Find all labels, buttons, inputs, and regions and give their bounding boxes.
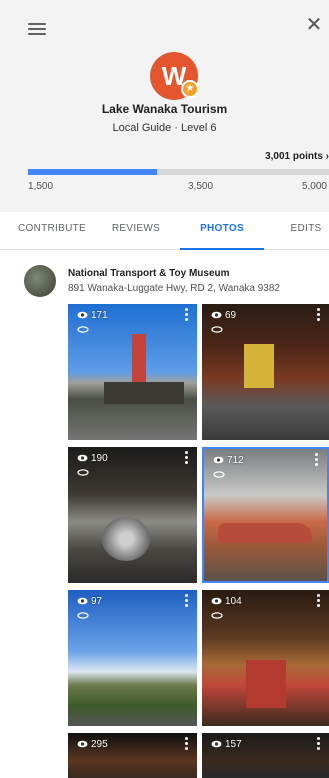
panorama-360-icon xyxy=(77,469,89,476)
photo-scene xyxy=(132,334,146,384)
progress-tick-label: 5,000 xyxy=(301,181,327,192)
more-options-icon[interactable] xyxy=(185,308,189,322)
points-progress-bar xyxy=(28,169,329,175)
panorama-360-icon xyxy=(77,326,89,333)
view-count-value: 97 xyxy=(91,596,103,607)
menu-icon[interactable] xyxy=(28,20,46,36)
view-count-value: 295 xyxy=(91,739,108,750)
avatar[interactable]: W ★ xyxy=(150,52,199,100)
tab-reviews[interactable]: REVIEWS xyxy=(103,212,169,250)
view-count-value: 712 xyxy=(227,455,244,466)
view-count-value: 104 xyxy=(225,596,242,607)
photo-tile[interactable]: 104 xyxy=(202,590,329,726)
eye-icon xyxy=(211,598,222,605)
eye-icon xyxy=(211,312,222,319)
eye-icon xyxy=(211,741,222,748)
photo-scene xyxy=(218,523,312,543)
eye-icon xyxy=(77,741,88,748)
eye-icon xyxy=(77,598,88,605)
more-options-icon[interactable] xyxy=(317,308,321,322)
photo-tile[interactable]: 69 xyxy=(202,304,329,440)
profile-name: Lake Wanaka Tourism xyxy=(101,102,228,116)
photo-tile[interactable]: 171 xyxy=(68,304,197,440)
view-count: 171 xyxy=(77,310,108,321)
more-options-icon[interactable] xyxy=(315,453,319,467)
eye-icon xyxy=(77,455,88,462)
tab-contribute[interactable]: CONTRIBUTE xyxy=(16,212,88,250)
panorama-360-icon xyxy=(213,471,225,478)
panorama-360-icon xyxy=(211,326,223,333)
photo-tile[interactable]: 295 xyxy=(68,733,197,778)
view-count: 295 xyxy=(77,739,108,750)
photo-scene xyxy=(246,660,286,708)
view-count-value: 157 xyxy=(225,739,242,750)
profile-header: ✕ W ★ Lake Wanaka Tourism Local Guide · … xyxy=(0,0,329,212)
view-count: 190 xyxy=(77,453,108,464)
photo-tile[interactable]: 157 xyxy=(202,733,329,778)
panorama-360-icon xyxy=(77,612,89,619)
place-address: 891 Wanaka-Luggate Hwy, RD 2, Wanaka 938… xyxy=(68,283,280,294)
progress-tick-label: 1,500 xyxy=(28,181,54,192)
points-progress-fill xyxy=(28,169,158,175)
more-options-icon[interactable] xyxy=(317,594,321,608)
photo-scene xyxy=(104,382,184,404)
close-icon[interactable]: ✕ xyxy=(303,14,325,36)
photo-tile[interactable]: 97 xyxy=(68,590,197,726)
photo-scene xyxy=(102,517,150,561)
place-thumbnail[interactable] xyxy=(24,265,56,297)
tab-edits[interactable]: EDITS xyxy=(283,212,329,250)
place-name[interactable]: National Transport & Toy Museum xyxy=(68,268,230,279)
more-options-icon[interactable] xyxy=(317,737,321,751)
view-count: 97 xyxy=(77,596,102,607)
contribution-tabs: CONTRIBUTE REVIEWS PHOTOS EDITS xyxy=(0,212,329,250)
view-count: 104 xyxy=(211,596,242,607)
photo-tile-selected[interactable]: 712 xyxy=(202,447,329,583)
eye-icon xyxy=(213,457,224,464)
photo-tile[interactable]: 190 xyxy=(68,447,197,583)
more-options-icon[interactable] xyxy=(185,451,189,465)
more-options-icon[interactable] xyxy=(185,737,189,751)
local-guide-level: Local Guide · Level 6 xyxy=(112,122,217,134)
eye-icon xyxy=(77,312,88,319)
progress-tick-label: 3,500 xyxy=(188,181,214,192)
panorama-360-icon xyxy=(211,612,223,619)
points-link[interactable]: 3,001 points › xyxy=(265,151,329,162)
tab-photos[interactable]: PHOTOS xyxy=(180,212,264,250)
view-count: 712 xyxy=(213,455,244,466)
local-guide-star-icon: ★ xyxy=(181,80,199,98)
view-count: 69 xyxy=(211,310,236,321)
view-count: 157 xyxy=(211,739,242,750)
view-count-value: 69 xyxy=(225,310,237,321)
photo-scene xyxy=(244,344,274,388)
view-count-value: 171 xyxy=(91,310,108,321)
view-count-value: 190 xyxy=(91,453,108,464)
more-options-icon[interactable] xyxy=(185,594,189,608)
